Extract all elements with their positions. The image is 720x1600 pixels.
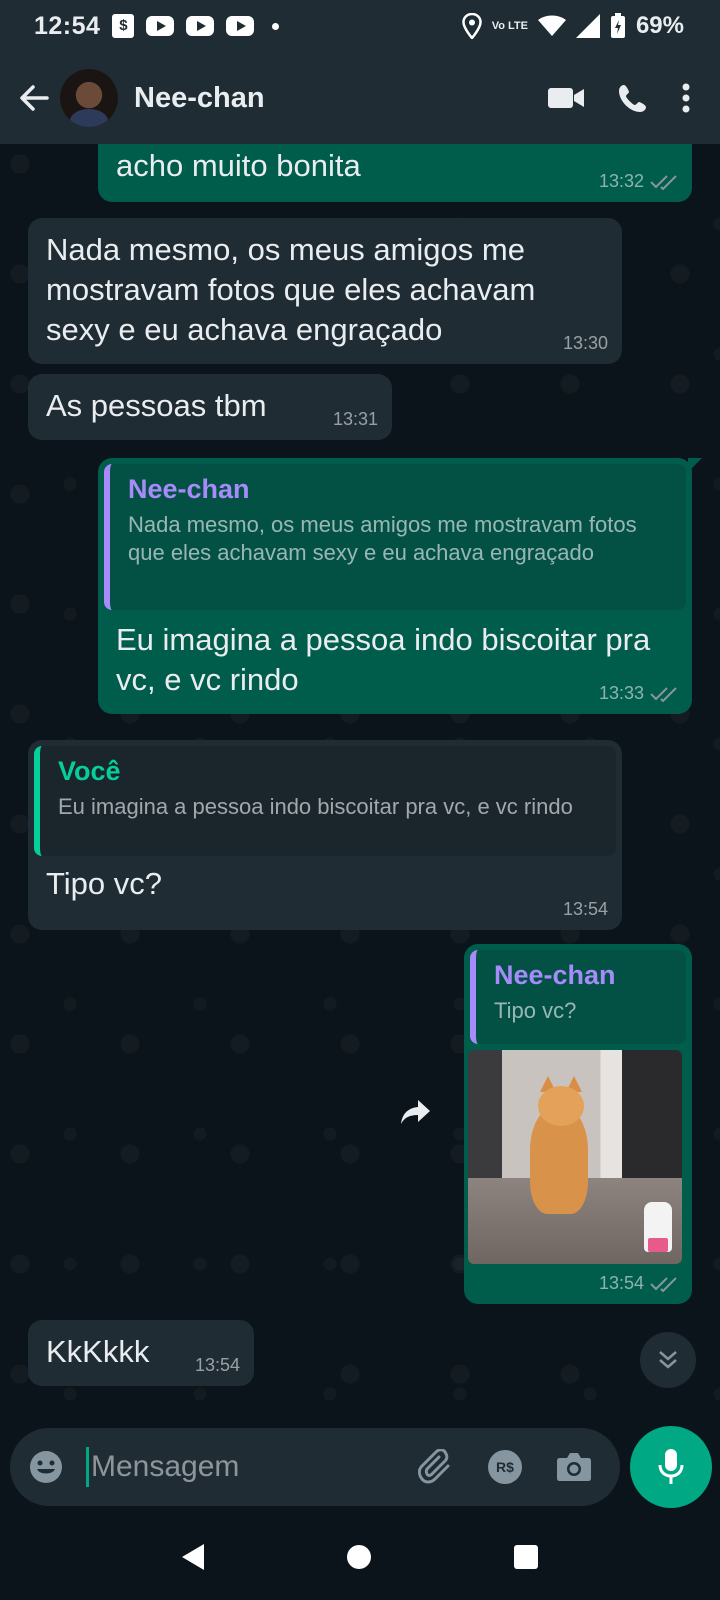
emoji-icon[interactable]	[28, 1449, 64, 1485]
quote-text: Nada mesmo, os meus amigos me mostravam …	[128, 512, 637, 565]
scroll-to-bottom-button[interactable]	[640, 1332, 696, 1388]
contact-name[interactable]: Nee-chan	[134, 82, 265, 115]
message-input[interactable]: Mensagem	[91, 1450, 239, 1484]
reply-quote[interactable]: Você Eu imagina a pessoa indo biscoitar …	[34, 746, 616, 856]
message-time: 13:32	[598, 171, 644, 191]
signal-icon	[575, 14, 600, 38]
quote-author: Você	[58, 756, 121, 786]
message-incoming[interactable]: KkKkkk 13:54	[28, 1320, 254, 1386]
message-outgoing[interactable]: Nee-chan Nada mesmo, os meus amigos me m…	[98, 458, 702, 714]
reply-quote[interactable]: Nee-chan Nada mesmo, os meus amigos me m…	[104, 464, 686, 610]
message-incoming[interactable]: Você Eu imagina a pessoa indo biscoitar …	[28, 740, 622, 930]
voice-message-button[interactable]	[630, 1426, 712, 1508]
shopping-bag-icon: $	[112, 14, 135, 38]
phone-call-icon[interactable]	[618, 83, 648, 113]
message-text: KkKkkk	[46, 1334, 150, 1369]
message-time: 13:54	[598, 1273, 644, 1293]
bubble-tail	[688, 458, 702, 472]
battery-percent: 69%	[635, 12, 684, 39]
volte-indicator: Vo LTE	[491, 19, 528, 32]
chat-header: Nee-chan	[0, 52, 720, 144]
microphone-icon	[658, 1449, 684, 1484]
message-incoming[interactable]: Nada mesmo, os meus amigos me mostravam …	[28, 218, 622, 364]
message-outgoing[interactable]: Nee-chan Tipo vc? 13:54	[464, 944, 692, 1304]
message-text: Eu imagina a pessoa indo biscoitar pra v…	[116, 622, 651, 697]
status-time: 12:54	[34, 11, 101, 40]
message-time: 13:33	[598, 683, 644, 703]
back-button[interactable]	[6, 70, 62, 126]
read-receipt-icon	[650, 1276, 677, 1292]
reply-quote[interactable]: Nee-chan Tipo vc?	[470, 950, 686, 1044]
text-cursor	[86, 1447, 89, 1487]
system-nav-bar	[0, 1514, 720, 1600]
message-time: 13:31	[332, 409, 378, 429]
youtube-icon	[226, 16, 255, 36]
message-composer: Mensagem R$	[10, 1428, 620, 1506]
message-time: 13:30	[562, 333, 608, 353]
more-options-icon[interactable]	[682, 83, 690, 113]
cat-head	[538, 1086, 584, 1126]
message-text: As pessoas tbm	[46, 388, 267, 423]
forward-icon[interactable]	[398, 1094, 434, 1130]
battery-icon	[610, 13, 625, 38]
message-text: acho muito bonita	[116, 148, 361, 183]
arrow-left-icon	[20, 85, 49, 111]
message-text: Tipo vc?	[46, 866, 163, 901]
video-call-icon[interactable]	[548, 86, 584, 110]
quote-author: Nee-chan	[494, 960, 616, 990]
payment-button[interactable]: R$	[488, 1450, 522, 1484]
message-time: 13:54	[562, 899, 608, 919]
more-notifications-dot	[272, 22, 280, 30]
quote-author: Nee-chan	[128, 474, 250, 504]
nav-back-button[interactable]	[181, 1544, 204, 1570]
nav-home-button[interactable]	[346, 1545, 371, 1569]
read-receipt-icon	[650, 174, 677, 190]
location-icon	[461, 13, 482, 39]
message-time: 13:54	[194, 1355, 240, 1375]
wifi-icon	[537, 15, 566, 36]
spray-bottle	[644, 1202, 672, 1252]
avatar[interactable]	[60, 69, 118, 127]
nav-recents-button[interactable]	[514, 1545, 539, 1569]
youtube-icon	[186, 16, 215, 36]
read-receipt-icon	[650, 686, 677, 702]
cat-photo[interactable]	[468, 1050, 682, 1264]
camera-icon[interactable]	[556, 1451, 592, 1483]
quote-text: Eu imagina a pessoa indo biscoitar pra v…	[58, 794, 573, 819]
message-outgoing[interactable]: acho muito bonita 13:32	[98, 144, 692, 202]
message-incoming[interactable]: As pessoas tbm 13:31	[28, 374, 392, 440]
status-bar: 12:54 $ Vo LTE 69%	[0, 0, 720, 52]
chevron-double-down-icon	[659, 1351, 677, 1369]
quote-text: Tipo vc?	[494, 998, 577, 1023]
chat-messages[interactable]: acho muito bonita 13:32 Nada mesmo, os m…	[0, 144, 720, 1400]
attach-icon[interactable]	[418, 1449, 454, 1485]
message-text: Nada mesmo, os meus amigos me mostravam …	[46, 232, 536, 347]
youtube-icon	[146, 16, 175, 36]
